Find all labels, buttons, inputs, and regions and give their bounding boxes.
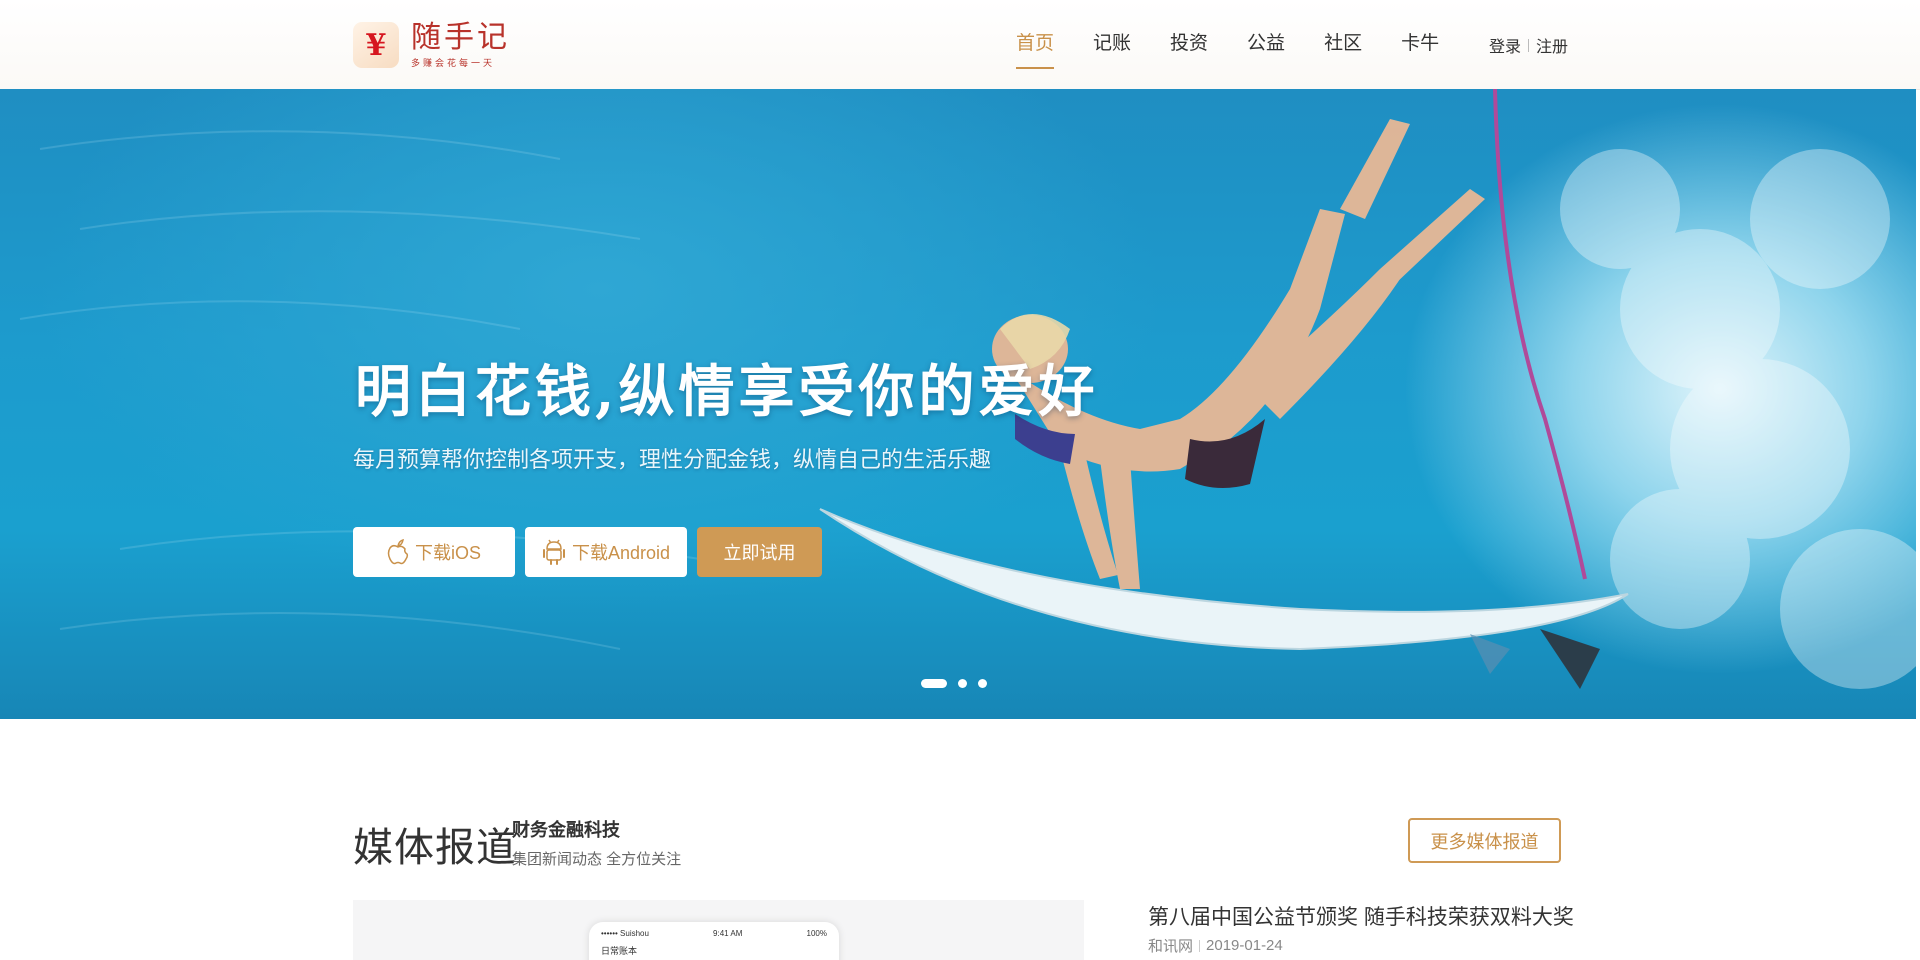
auth-links: 登录 注册 [1489, 33, 1568, 57]
brand-logo[interactable]: ¥ 随手记 多赚会花每一天 [353, 20, 510, 70]
news-headline[interactable]: 第八届中国公益节颁奖 随手科技荣获双料大奖 [1148, 901, 1574, 931]
carousel-dots [921, 679, 998, 688]
hero-subtitle: 每月预算帮你控制各项开支，理性分配金钱，纵情自己的生活乐趣 [353, 447, 992, 472]
apple-icon [387, 539, 409, 565]
login-link[interactable]: 登录 [1489, 33, 1521, 57]
try-now-button[interactable]: 立即试用 [697, 527, 822, 577]
phone-status-bar: •••••• Suishou 9:41 AM 100% [589, 922, 839, 938]
media-section-title: 媒体报道 [353, 825, 517, 871]
nav-item-charity[interactable]: 公益 [1247, 22, 1285, 66]
main-nav: 首页 记账 投资 公益 社区 卡牛 [1016, 22, 1478, 69]
phone-time: 9:41 AM [713, 929, 743, 938]
phone-book-title: 日常账本 [601, 946, 638, 956]
nav-item-home[interactable]: 首页 [1016, 22, 1055, 69]
brand-slogan: 多赚会花每一天 [411, 57, 496, 68]
nav-item-community[interactable]: 社区 [1324, 22, 1362, 66]
download-ios-label: 下载iOS [414, 543, 481, 563]
phone-carrier: •••••• Suishou [601, 929, 649, 938]
news-meta-divider [1199, 939, 1201, 952]
android-icon [542, 539, 565, 565]
media-tagline: 集团新闻动态 全方位关注 [512, 851, 682, 868]
brand-name: 随手记 [411, 19, 510, 55]
site-header: ¥ 随手记 多赚会花每一天 首页 记账 投资 公益 社区 卡牛 登录 注册 [0, 0, 1920, 90]
auth-divider [1528, 38, 1530, 52]
hero-title: 明白花钱,纵情享受你的爱好 [355, 359, 1099, 425]
news-source: 和讯网 [1148, 938, 1194, 955]
carousel-dot[interactable] [958, 679, 967, 688]
media-section-subtitle: 财务金融科技 集团新闻动态 全方位关注 [512, 816, 681, 869]
nav-item-bookkeeping[interactable]: 记账 [1093, 22, 1131, 66]
hero-banner: 明白花钱,纵情享受你的爱好 每月预算帮你控制各项开支，理性分配金钱，纵情自己的生… [0, 89, 1916, 719]
carousel-dot[interactable] [921, 679, 947, 688]
nav-item-investment[interactable]: 投资 [1170, 22, 1208, 66]
yuan-logo-icon: ¥ [353, 22, 399, 68]
news-meta: 和讯网 2019-01-24 [1148, 935, 1283, 956]
news-date: 2019-01-24 [1206, 937, 1283, 954]
brand-text: 随手记 多赚会花每一天 [411, 19, 510, 69]
download-android-button[interactable]: 下载Android [525, 527, 687, 577]
register-link[interactable]: 注册 [1536, 33, 1568, 57]
more-media-button[interactable]: 更多媒体报道 [1408, 818, 1561, 863]
nav-item-kaniu[interactable]: 卡牛 [1401, 22, 1439, 66]
phone-mockup: •••••• Suishou 9:41 AM 100% 日常账本 [589, 922, 839, 960]
phone-battery: 100% [806, 929, 827, 938]
media-subtitle: 财务金融科技 [512, 820, 620, 840]
download-ios-button[interactable]: 下载iOS [353, 527, 515, 577]
carousel-dot[interactable] [978, 679, 987, 688]
media-feature-image[interactable]: •••••• Suishou 9:41 AM 100% 日常账本 [353, 900, 1084, 960]
download-android-label: 下载Android [571, 543, 671, 563]
